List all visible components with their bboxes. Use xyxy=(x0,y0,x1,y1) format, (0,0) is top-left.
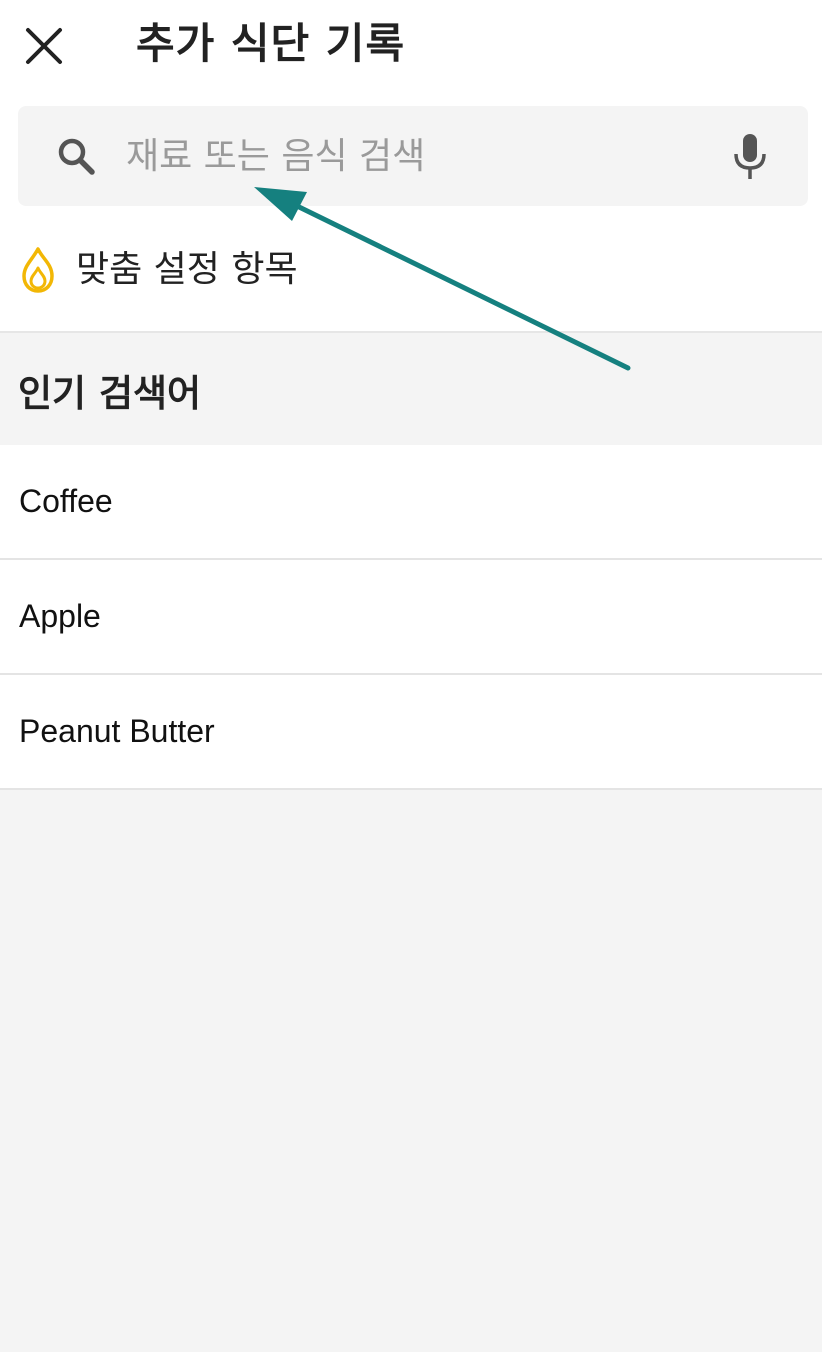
custom-items-label: 맞춤 설정 항목 xyxy=(76,249,298,290)
list-item-apple[interactable]: Apple xyxy=(0,560,822,675)
search-bar[interactable] xyxy=(18,106,808,206)
search-input[interactable] xyxy=(126,128,686,184)
close-button[interactable] xyxy=(18,20,70,72)
microphone-icon[interactable] xyxy=(730,132,770,182)
custom-items-link[interactable]: 맞춤 설정 항목 xyxy=(18,244,298,296)
close-icon xyxy=(26,28,62,64)
list-item-label: Coffee xyxy=(19,483,113,519)
list-item-label: Apple xyxy=(19,598,101,634)
list-item-peanut-butter[interactable]: Peanut Butter xyxy=(0,675,822,790)
flame-icon xyxy=(22,247,54,293)
header-area: 추가 식단 기록 맞춤 설정 항목 xyxy=(0,0,822,333)
list-item-coffee[interactable]: Coffee xyxy=(0,445,822,560)
search-icon xyxy=(58,138,95,175)
popular-searches-title: 인기 검색어 xyxy=(18,372,202,415)
list-item-label: Peanut Butter xyxy=(19,713,215,749)
page-title: 추가 식단 기록 xyxy=(136,19,406,68)
popular-searches-list: Coffee Apple Peanut Butter xyxy=(0,445,822,790)
